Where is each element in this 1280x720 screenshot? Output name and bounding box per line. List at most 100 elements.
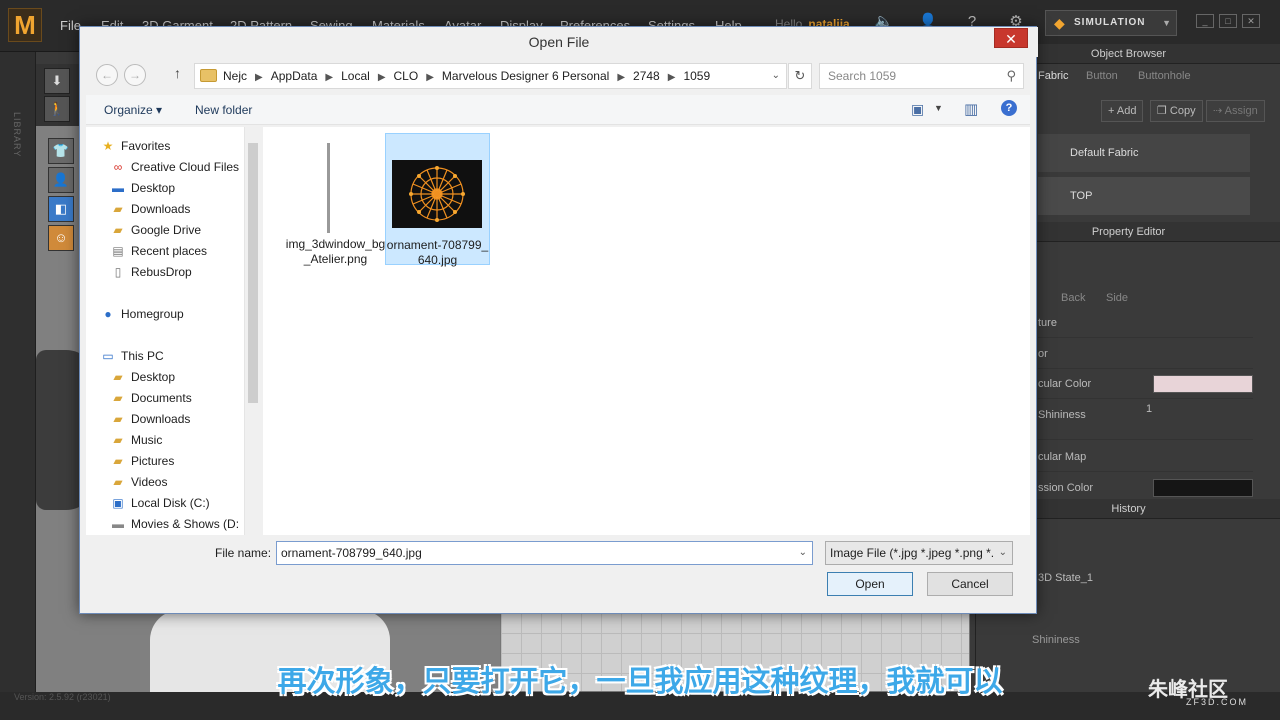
nav-downloads[interactable]: ▰ Downloads [110,199,190,219]
specular-color-swatch[interactable] [1153,375,1253,393]
history-item[interactable]: 3D State_1 [1038,572,1093,584]
texture-icon[interactable]: ◧ [48,196,74,222]
search-input[interactable]: Search 1059 ⚲ [819,63,1024,89]
arrow-down-icon[interactable]: ⬇ [44,68,70,94]
nav-local-disk[interactable]: ▣ Local Disk (C:) [110,493,210,513]
nav-this-pc[interactable]: ▭ This PC [100,346,163,366]
simulation-icon: ◆ [1054,15,1066,31]
chevron-down-icon[interactable]: ▼ [1162,11,1172,35]
nav-label: Downloads [131,202,191,216]
nav-documents[interactable]: ▰ Documents [110,388,191,408]
close-icon[interactable]: ✕ [994,28,1028,48]
nav-movies-drive[interactable]: ▬ Movies & Shows (D: [110,514,239,534]
nav-google-drive[interactable]: ▰ Google Drive [110,220,201,240]
breadcrumb-2748[interactable]: 2748 [633,69,660,83]
refresh-icon[interactable]: ↻ [788,63,812,89]
breadcrumb-clo[interactable]: CLO [394,69,419,83]
nav-label: Downloads [131,412,191,426]
garment-icon[interactable]: 👕 [48,138,74,164]
chevron-down-icon[interactable]: ⌄ [995,542,1007,564]
nav-creative-cloud[interactable]: ∞ Creative Cloud Files [110,157,239,177]
copy-button[interactable]: ❐ Copy [1150,100,1203,122]
organize-label: Organize [104,103,153,117]
breadcrumb-marvelous[interactable]: Marvelous Designer 6 Personal [442,69,609,83]
search-icon[interactable]: ⚲ [1006,64,1016,88]
cancel-button[interactable]: Cancel [927,572,1013,596]
nav-label: Homegroup [121,307,184,321]
drive-icon: ▬ [112,517,124,531]
prop-texture[interactable]: ture [1038,308,1253,338]
navigation-bar: ← → ↑ Nejc ▶ AppData ▶ Local ▶ CLO ▶ Marvelous D… [86,61,1030,91]
menu-file[interactable]: File [60,18,81,33]
nav-favorites[interactable]: ★ Favorites [100,136,171,156]
nav-pc-downloads[interactable]: ▰ Downloads [110,409,190,429]
desktop-icon: ▬ [112,181,124,195]
chevron-down-icon[interactable]: ⌄ [799,542,807,564]
preview-pane-icon[interactable]: ▥ [964,100,978,118]
fabric-item-top[interactable]: TOP [1038,177,1250,215]
nav-desktop[interactable]: ▬ Desktop [110,178,175,198]
maximize-icon[interactable]: □ [1219,14,1237,28]
computer-icon: ▭ [102,349,114,363]
new-folder-button[interactable]: New folder [195,103,252,117]
breadcrumb-appdata[interactable]: AppData [271,69,318,83]
assign-label: Assign [1224,105,1258,117]
assign-button[interactable]: ⇢ Assign [1206,100,1265,122]
chevron-down-icon[interactable]: ⌄ [772,64,780,88]
nav-favorites-label: Favorites [121,139,171,153]
breadcrumb-1059[interactable]: 1059 [683,69,710,83]
nav-videos[interactable]: ▰ Videos [110,472,167,492]
nav-scrollbar[interactable] [244,127,261,535]
file-item-selected[interactable]: ornament-708799_640.jpg [385,133,490,267]
emission-color-swatch[interactable] [1153,479,1253,497]
shininess-section[interactable]: Shininess [1032,634,1080,646]
video-subtitle: 再次形象，只要打开它，一旦我应用这种纹理，我就可以 [277,666,1003,698]
open-button[interactable]: Open [827,572,913,596]
prop-specular-map[interactable]: cular Map [1038,442,1253,472]
nav-rebusdrop[interactable]: ▯ RebusDrop [110,262,192,282]
file-item[interactable]: img_3dwindow_bg_Atelier.png [283,133,388,266]
minimize-icon[interactable]: _ [1196,14,1214,28]
walk-icon[interactable]: 🚶 [44,96,70,122]
add-button[interactable]: + Add [1101,100,1144,122]
forward-icon[interactable]: → [124,64,146,86]
nav-pictures[interactable]: ▰ Pictures [110,451,174,471]
command-bar: Organize ▾ New folder ▣ ▼ ▥ ? [86,95,1030,125]
up-arrow-icon[interactable]: ↑ [174,65,181,81]
scrollbar-thumb[interactable] [248,143,258,403]
nav-recent-places[interactable]: ▤ Recent places [110,241,207,261]
library-label[interactable]: LIBRARY [12,112,22,157]
breadcrumb-nejc[interactable]: Nejc [223,69,247,83]
folder-icon: ▰ [113,391,123,405]
skin-icon[interactable]: ☺ [48,225,74,251]
breadcrumb-local[interactable]: Local [341,69,370,83]
folder-icon: ▰ [113,475,123,489]
nav-homegroup[interactable]: ● Homegroup [100,304,184,324]
address-bar[interactable]: Nejc ▶ AppData ▶ Local ▶ CLO ▶ Marvelous Designe… [194,63,787,89]
nav-label: Local Disk (C:) [131,496,210,510]
simulation-button[interactable]: ◆ SIMULATION ▼ [1045,10,1177,36]
nav-music[interactable]: ▰ Music [110,430,162,450]
help-icon[interactable]: ? [1001,100,1017,116]
prop-shininess[interactable]: Shininess 1 [1038,400,1253,440]
back-icon[interactable]: ← [96,64,118,86]
nav-pc-desktop[interactable]: ▰ Desktop [110,367,175,387]
tab-buttonhole[interactable]: Buttonhole [1138,66,1191,86]
view-icon[interactable]: ▣ [911,101,924,118]
prop-color[interactable]: or [1038,339,1253,369]
organize-button[interactable]: Organize ▾ [104,103,162,117]
avatar-icon[interactable]: 👤 [48,167,74,193]
tab-button[interactable]: Button [1086,66,1118,86]
folder-icon: ▰ [113,370,123,384]
file-name-input[interactable]: ornament-708799_640.jpg ⌄ [276,541,813,565]
close-window-icon[interactable]: ✕ [1242,14,1260,28]
chevron-down-icon[interactable]: ▼ [934,103,943,113]
prop-tab-back[interactable]: Back [1061,288,1085,308]
prop-tab-side[interactable]: Side [1106,288,1128,308]
tab-fabric[interactable]: Fabric [1038,66,1069,86]
open-file-dialog: Open File ✕ ← → ↑ Nejc ▶ AppData ▶ Local ▶ CLO… [79,26,1038,614]
copy-label: Copy [1169,105,1196,117]
nav-label: Music [131,433,163,447]
file-type-select[interactable]: Image File (*.jpg *.jpeg *.png *. ⌄ [825,541,1013,565]
fabric-item-default[interactable]: Default Fabric [1038,134,1250,172]
